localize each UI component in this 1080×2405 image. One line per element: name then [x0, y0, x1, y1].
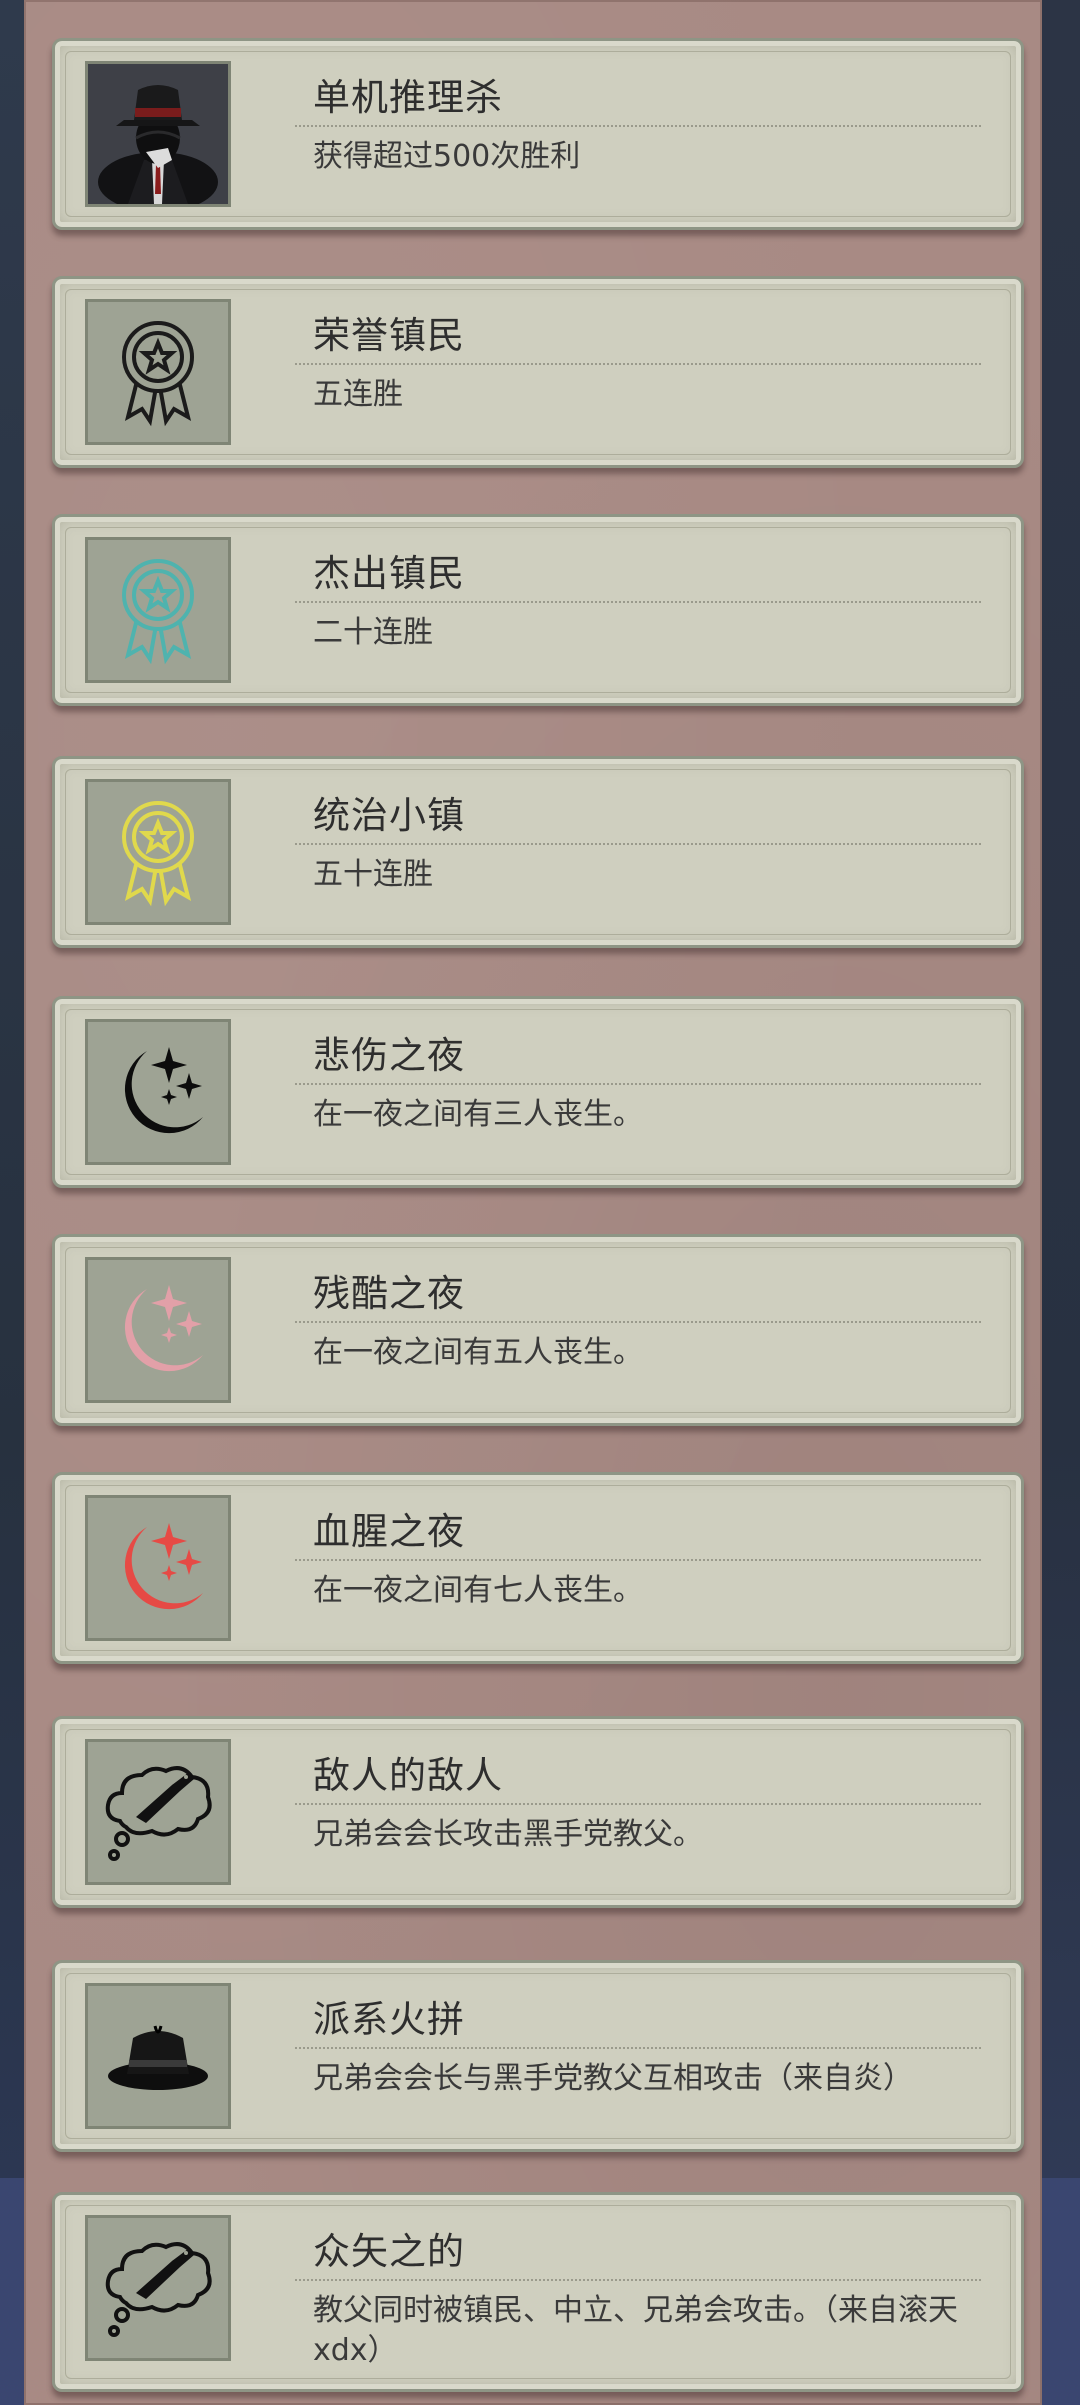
achievement-description: 在一夜之间有五人丧生。: [313, 1335, 643, 1370]
achievement-title: 敌人的敌人: [313, 1754, 503, 1797]
divider: [295, 1083, 981, 1085]
divider: [295, 601, 981, 603]
achievement-card[interactable]: 众矢之的 教父同时被镇民、中立、兄弟会攻击。（来自滚天xdx）: [52, 2192, 1024, 2392]
achievement-card[interactable]: 统治小镇 五十连胜: [52, 756, 1024, 948]
right-edge: [1042, 0, 1080, 2405]
achievement-description: 兄弟会会长与黑手党教父互相攻击（来自炎）: [313, 2061, 913, 2096]
achievement-card[interactable]: 敌人的敌人 兄弟会会长攻击黑手党教父。: [52, 1716, 1024, 1908]
achievement-title: 荣誉镇民: [313, 314, 465, 357]
medal-icon: [85, 537, 231, 683]
medal-icon: [85, 299, 231, 445]
divider: [295, 363, 981, 365]
achievement-card[interactable]: 派系火拼 兄弟会会长与黑手党教父互相攻击（来自炎）: [52, 1960, 1024, 2152]
left-edge: [0, 0, 24, 2405]
medal-icon: [85, 779, 231, 925]
moon-stars-icon: [85, 1019, 231, 1165]
thought-knife-icon: [85, 1739, 231, 1885]
divider: [295, 2279, 981, 2281]
achievement-card[interactable]: 单机推理杀 获得超过500次胜利: [52, 38, 1024, 230]
achievement-title: 统治小镇: [313, 794, 465, 837]
achievement-description: 教父同时被镇民、中立、兄弟会攻击。（来自滚天xdx）: [313, 2293, 958, 2368]
achievement-title: 残酷之夜: [313, 1272, 465, 1315]
achievement-title: 单机推理杀: [313, 76, 503, 119]
achievement-card[interactable]: 杰出镇民 二十连胜: [52, 514, 1024, 706]
divider: [295, 1321, 981, 1323]
achievement-title: 派系火拼: [313, 1998, 465, 2041]
thought-knife-icon: [85, 2215, 231, 2361]
achievement-title: 杰出镇民: [313, 552, 465, 595]
divider: [295, 1559, 981, 1561]
achievement-card[interactable]: 残酷之夜 在一夜之间有五人丧生。: [52, 1234, 1024, 1426]
achievement-description: 五连胜: [313, 377, 403, 412]
achievement-card[interactable]: 血腥之夜 在一夜之间有七人丧生。: [52, 1472, 1024, 1664]
divider: [295, 1803, 981, 1805]
achievement-card[interactable]: 悲伤之夜 在一夜之间有三人丧生。: [52, 996, 1024, 1188]
achievement-title: 血腥之夜: [313, 1510, 465, 1553]
achievement-description: 二十连胜: [313, 615, 433, 650]
achievement-description: 兄弟会会长攻击黑手党教父。: [313, 1817, 703, 1852]
divider: [295, 843, 981, 845]
achievement-title: 众矢之的: [313, 2230, 465, 2273]
divider: [295, 2047, 981, 2049]
achievement-description: 在一夜之间有七人丧生。: [313, 1573, 643, 1608]
achievement-card[interactable]: 荣誉镇民 五连胜: [52, 276, 1024, 468]
detective-hat-icon: [85, 61, 231, 207]
achievement-description: 获得超过500次胜利: [313, 139, 581, 174]
divider: [295, 125, 981, 127]
achievement-description: 在一夜之间有三人丧生。: [313, 1097, 643, 1132]
moon-stars-icon: [85, 1495, 231, 1641]
achievement-title: 悲伤之夜: [313, 1034, 465, 1077]
achievement-description: 五十连胜: [313, 857, 433, 892]
moon-stars-icon: [85, 1257, 231, 1403]
fedora-icon: [85, 1983, 231, 2129]
